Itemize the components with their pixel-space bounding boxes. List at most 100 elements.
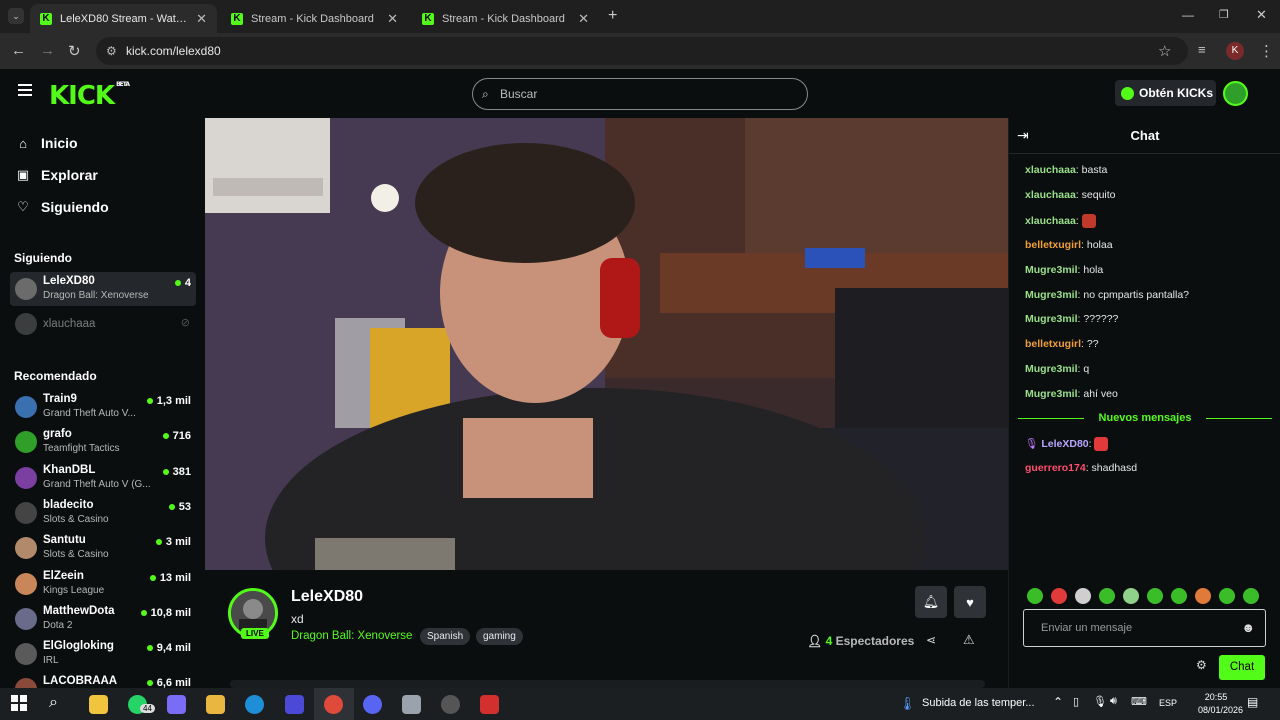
chat-username[interactable]: Mugre3mil [1025,363,1078,375]
following-channel-lelexd80[interactable]: LeleXD80 Dragon Ball: Xenoverse 4 [10,272,196,306]
stream-category-link[interactable]: Dragon Ball: Xenoverse [291,630,412,642]
close-tab-icon[interactable]: ✕ [196,11,207,27]
store-icon[interactable] [89,695,108,714]
channel-category: Grand Theft Auto V... [43,408,136,419]
recommended-channel[interactable]: LACOBRAAA 6,6 mil [10,672,196,688]
nav-label: Inicio [41,135,78,151]
chat-message-input[interactable]: Enviar un mensaje ☻ [1023,609,1266,647]
chat-username[interactable]: Mugre3mil [1025,313,1078,325]
sidebar-item-inicio[interactable]: ⌂ Inicio [16,135,78,151]
report-warning-icon[interactable]: ⚠ [963,632,975,648]
bell-icon: 🔔︎ [922,594,940,609]
app-icon[interactable] [480,695,499,714]
hamburger-menu-icon[interactable] [18,84,32,96]
recommended-channel[interactable]: bladecito Slots & Casino 53 [10,496,196,530]
quick-emote-icon[interactable] [1099,588,1115,604]
clock[interactable]: 20:55 08/01/2026 [1198,691,1243,717]
quick-emote-icon[interactable] [1219,588,1235,604]
recommended-channel[interactable]: grafo Teamfight Tactics 716 [10,425,196,459]
search-input[interactable]: ⌕ Buscar [472,78,808,110]
chat-username[interactable]: belletxugirl [1025,239,1081,251]
follow-heart-button[interactable]: ♥ [954,586,986,618]
new-tab-button[interactable]: + [608,7,617,25]
tray-chevron-icon[interactable]: ⌃ [1053,695,1063,709]
volume-icon[interactable]: 🔊︎ [1110,695,1117,708]
quick-emote-icon[interactable] [1123,588,1139,604]
quick-emote-icon[interactable] [1243,588,1259,604]
microphone-icon[interactable]: 🎙︎ [1093,695,1107,708]
chat-username[interactable]: Mugre3mil [1025,289,1078,301]
kick-logo[interactable]: KICK BETA [49,81,130,111]
restore-window-icon[interactable]: ❐ [1219,8,1229,21]
recommended-channel[interactable]: KhanDBL Grand Theft Auto V (G... 381 [10,461,196,495]
send-chat-button[interactable]: Chat [1219,655,1265,680]
chat-username[interactable]: xlauchaaa [1025,189,1076,201]
forward-arrow-icon[interactable]: → [40,42,55,59]
url-field[interactable]: ⚙ kick.com/lelexd80 [96,37,1188,65]
edge-browser-icon[interactable] [245,695,264,714]
chat-settings-gear-icon[interactable]: ⚙ [1196,658,1207,672]
browser-menu-icon[interactable]: ⋮ [1259,42,1274,60]
following-channel-xlauchaaa[interactable]: xlauchaaa ⊘ [10,307,196,341]
notifications-icon[interactable]: ▤ [1247,695,1258,709]
discord-icon[interactable] [363,695,382,714]
recommended-channel[interactable]: MatthewDota Dota 2 10,8 mil [10,602,196,636]
notification-bell-button[interactable]: 🔔︎ [915,586,947,618]
back-arrow-icon[interactable]: ← [11,42,26,59]
share-icon[interactable]: ⋖ [926,633,936,647]
quick-emote-icon[interactable] [1075,588,1091,604]
get-kicks-button[interactable]: Obtén KICKs [1115,80,1216,106]
close-window-icon[interactable]: ✕ [1256,7,1267,23]
recommended-channel[interactable]: Santutu Slots & Casino 3 mil [10,531,196,565]
site-settings-icon[interactable]: ⚙ [106,37,117,65]
keyboard-icon[interactable]: ⌨ [1131,695,1147,708]
chat-username[interactable]: Mugre3mil [1025,264,1078,276]
recommended-channel[interactable]: Train9 Grand Theft Auto V... 1,3 mil [10,390,196,424]
quick-emote-icon[interactable] [1027,588,1043,604]
recommended-channel[interactable]: ElZeein Kings League 13 mil [10,567,196,601]
chat-username[interactable]: Mugre3mil [1025,388,1078,400]
chat-username[interactable]: xlauchaaa [1025,215,1076,227]
app-icon[interactable] [402,695,421,714]
close-tab-icon[interactable]: ✕ [578,11,589,27]
live-badge: LIVE [241,628,269,639]
quick-emote-icon[interactable] [1147,588,1163,604]
recommended-channel[interactable]: ElGlogloking IRL 9,4 mil [10,637,196,671]
tag-spanish[interactable]: Spanish [420,628,471,645]
tag-gaming[interactable]: gaming [476,628,523,645]
weather-widget[interactable]: Subida de las temper... [922,697,1035,709]
tab-kick-dashboard-2[interactable]: K Stream - Kick Dashboard ✕ [412,4,599,33]
chat-username[interactable]: xlauchaaa [1025,164,1076,176]
minimize-window-icon[interactable]: — [1182,8,1194,22]
user-avatar[interactable] [1223,81,1248,106]
bookmark-star-icon[interactable]: ☆ [1158,42,1171,60]
tab-search-icon[interactable]: ⌄ [8,8,24,24]
media-control-icon[interactable]: ≡ [1198,42,1206,57]
tab-kick-dashboard-1[interactable]: K Stream - Kick Dashboard ✕ [221,4,408,33]
battery-icon[interactable]: ▯ [1073,695,1079,708]
streamer-name[interactable]: LeleXD80 [291,588,363,606]
quick-emote-icon[interactable] [1195,588,1211,604]
close-tab-icon[interactable]: ✕ [387,11,398,27]
quick-emote-icon[interactable] [1171,588,1187,604]
file-explorer-icon[interactable] [206,695,225,714]
taskbar-search-icon[interactable]: ⌕ [49,694,58,712]
channel-name: LACOBRAAA [43,675,118,688]
tab-lelexd80-stream[interactable]: K LeleXD80 Stream - Watch Live on Kick ✕ [30,4,217,33]
chrome-icon[interactable] [324,695,343,714]
copilot-icon[interactable] [167,695,186,714]
sidebar-item-siguiendo[interactable]: ♡ Siguiendo [16,199,109,215]
quick-emote-icon[interactable] [1051,588,1067,604]
language-indicator[interactable]: ESP [1159,698,1177,708]
video-player[interactable] [205,118,1008,570]
chat-username[interactable]: LeleXD80 [1041,438,1088,450]
obs-icon[interactable] [441,695,460,714]
profile-avatar[interactable]: K [1226,42,1244,60]
windows-start-icon[interactable] [11,695,30,714]
app-icon[interactable] [285,695,304,714]
reload-icon[interactable]: ↻ [68,42,81,60]
emoji-picker-icon[interactable]: ☻ [1241,610,1255,646]
chat-username[interactable]: belletxugirl [1025,338,1081,350]
sidebar-item-explorar[interactable]: ▣ Explorar [16,167,98,183]
chat-username[interactable]: guerrero174 [1025,462,1086,474]
